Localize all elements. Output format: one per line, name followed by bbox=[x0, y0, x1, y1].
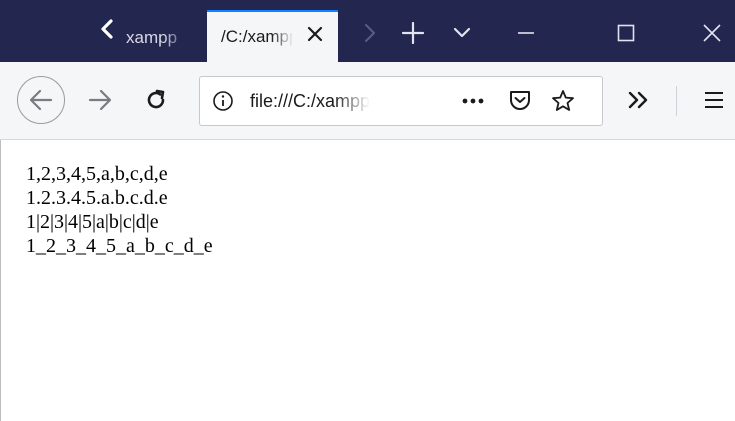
tab-title: xampp bbox=[126, 28, 178, 47]
window-border bbox=[0, 140, 1, 421]
chevron-left-icon[interactable] bbox=[92, 16, 122, 46]
output-lines: 1,2,3,4,5,a,b,c,d,e 1.2.3.4.5.a.b.c.d.e … bbox=[26, 162, 213, 258]
more-icon[interactable] bbox=[456, 84, 490, 118]
tab-title: /C:/xampp bbox=[221, 27, 293, 46]
arrow-left-icon[interactable] bbox=[17, 76, 65, 124]
plus-icon[interactable] bbox=[393, 14, 433, 50]
page-content: 1,2,3,4,5,a,b,c,d,e 1.2.3.4.5.a.b.c.d.e … bbox=[0, 140, 735, 421]
hamburger-menu-icon[interactable] bbox=[694, 79, 734, 121]
tab-strip: xampp /C:/xampp bbox=[0, 0, 735, 62]
tab-xampp[interactable]: xampp bbox=[122, 14, 204, 62]
arrow-right-icon[interactable] bbox=[80, 79, 120, 121]
chevron-right-icon[interactable] bbox=[350, 14, 390, 50]
output-line: 1_2_3_4_5_a_b_c_d_e bbox=[26, 235, 213, 257]
navigation-toolbar: file:///C:/xampp bbox=[0, 62, 735, 140]
reload-icon[interactable] bbox=[136, 79, 176, 121]
output-line: 1,2,3,4,5,a,b,c,d,e bbox=[26, 163, 168, 185]
tab-active[interactable]: /C:/xampp bbox=[207, 10, 338, 62]
address-bar[interactable]: file:///C:/xampp bbox=[199, 76, 603, 126]
pocket-icon[interactable] bbox=[503, 84, 537, 118]
info-icon[interactable] bbox=[210, 88, 236, 114]
star-icon[interactable] bbox=[546, 84, 580, 118]
tab-strip-spacer bbox=[0, 0, 78, 62]
close-icon[interactable] bbox=[302, 23, 328, 49]
toolbar-separator bbox=[676, 86, 677, 116]
maximize-icon[interactable] bbox=[606, 14, 646, 50]
close-icon[interactable] bbox=[692, 14, 732, 50]
output-line: 1|2|3|4|5|a|b|c|d|e bbox=[26, 211, 159, 233]
output-line: 1.2.3.4.5.a.b.c.d.e bbox=[26, 187, 168, 209]
chevron-down-icon[interactable] bbox=[442, 14, 482, 50]
url-text[interactable]: file:///C:/xampp bbox=[250, 77, 370, 125]
double-chevron-right-icon[interactable] bbox=[618, 79, 658, 121]
minimize-icon[interactable] bbox=[506, 14, 546, 50]
